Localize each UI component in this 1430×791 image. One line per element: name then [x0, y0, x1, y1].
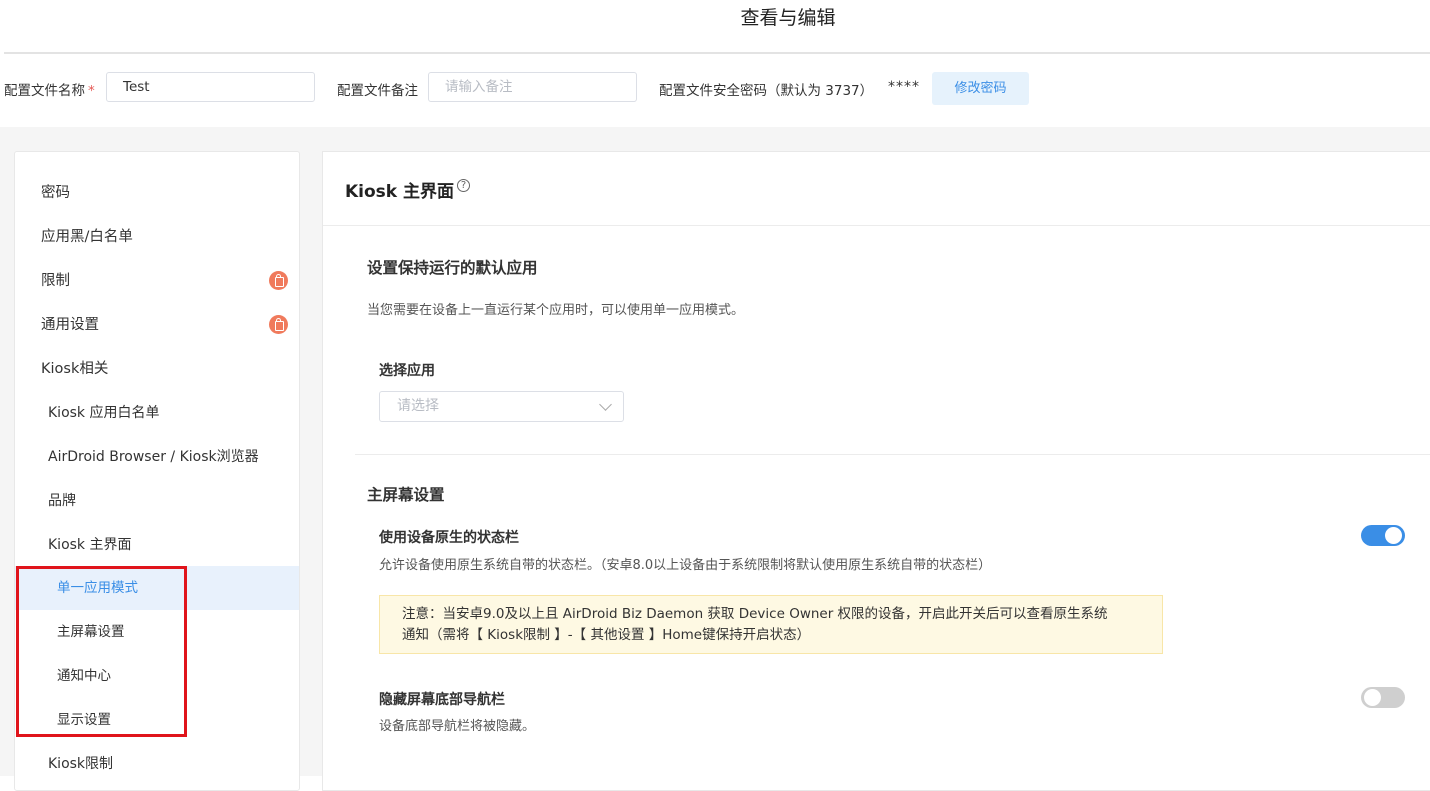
required-mark: *	[88, 83, 95, 99]
sidebar-item-brand[interactable]: 品牌	[15, 479, 299, 523]
select-app-label: 选择应用	[379, 363, 435, 379]
toggle-knob	[1364, 689, 1381, 706]
note-line: 注意：当安卓9.0及以上且 AirDroid Biz Daemon 获取 Dev…	[402, 606, 1108, 622]
profile-password-label: 配置文件安全密码（默认为 3737）	[659, 83, 874, 99]
note-line: 通知（需将【 Kiosk限制 】-【 其他设置 】Home键保持开启状态）	[402, 627, 811, 643]
sidebar-item-label: Kiosk 应用白名单	[48, 405, 160, 421]
sidebar-item-general-settings[interactable]: 通用设置	[15, 303, 299, 347]
profile-name-input[interactable]: Test	[106, 72, 315, 102]
select-placeholder: 请选择	[397, 398, 439, 414]
sidebar-item-label: 通用设置	[41, 317, 99, 333]
sidebar-item-kiosk-app-whitelist[interactable]: Kiosk 应用白名单	[15, 391, 299, 435]
profile-name-label: 配置文件名称 *	[4, 83, 95, 99]
sidebar-item-label: Kiosk 主界面	[48, 537, 132, 553]
sidebar-item-kiosk[interactable]: Kiosk相关	[15, 347, 299, 391]
native-status-bar-toggle[interactable]	[1361, 525, 1405, 546]
select-app-dropdown[interactable]: 请选择	[379, 391, 624, 422]
sidebar-item-label: Kiosk限制	[48, 756, 114, 772]
sidebar-item-password[interactable]: 密码	[15, 171, 299, 215]
lock-icon	[269, 315, 288, 334]
sidebar-item-kiosk-browser[interactable]: AirDroid Browser / Kiosk浏览器	[15, 435, 299, 479]
chevron-down-icon	[599, 398, 612, 411]
change-password-button[interactable]: 修改密码	[932, 72, 1029, 105]
content-title: Kiosk 主界面	[345, 182, 455, 202]
single-app-description: 当您需要在设备上一直运行某个应用时，可以使用单一应用模式。	[367, 303, 745, 318]
sidebar-item-kiosk-home[interactable]: Kiosk 主界面	[15, 523, 299, 567]
sidebar-item-label: 品牌	[48, 493, 76, 509]
native-status-bar-note: 注意：当安卓9.0及以上且 AirDroid Biz Daemon 获取 Dev…	[379, 595, 1163, 654]
sidebar-item-label: 限制	[41, 273, 70, 289]
content-header: Kiosk 主界面 ?	[323, 152, 1430, 226]
section-divider	[355, 454, 1430, 455]
native-status-bar-description: 允许设备使用原生系统自带的状态栏。（安卓8.0以上设备由于系统限制将默认使用原生…	[379, 558, 992, 573]
profile-remark-label: 配置文件备注	[337, 83, 418, 99]
sidebar-item-app-blacklist[interactable]: 应用黑/白名单	[15, 215, 299, 259]
toggle-knob	[1385, 527, 1402, 544]
lock-icon	[269, 271, 288, 290]
sidebar-item-label: 密码	[41, 185, 70, 201]
sidebar-item-label: 应用黑/白名单	[41, 229, 133, 245]
highlight-box	[16, 566, 187, 737]
hide-nav-bar-title: 隐藏屏幕底部导航栏	[379, 692, 505, 708]
hide-nav-bar-description: 设备底部导航栏将被隐藏。	[379, 719, 536, 734]
sidebar-item-kiosk-restrictions[interactable]: Kiosk限制	[15, 742, 299, 786]
native-status-bar-title: 使用设备原生的状态栏	[379, 530, 519, 546]
sidebar-item-label: AirDroid Browser / Kiosk浏览器	[48, 449, 259, 465]
page-title: 查看与编辑	[740, 7, 836, 29]
profile-remark-input[interactable]: 请输入备注	[428, 72, 637, 102]
sidebar-item-label: Kiosk相关	[41, 361, 109, 377]
password-mask: ****	[888, 79, 920, 95]
home-screen-section-title: 主屏幕设置	[367, 486, 445, 504]
sidebar-item-restrictions[interactable]: 限制	[15, 259, 299, 303]
profile-form: 配置文件名称 * Test 配置文件备注 请输入备注 配置文件安全密码（默认为 3…	[0, 54, 1430, 127]
help-icon[interactable]: ?	[457, 179, 470, 192]
main-content: Kiosk 主界面 ? 设置保持运行的默认应用 当您需要在设备上一直运行某个应用…	[322, 151, 1430, 791]
hide-nav-bar-toggle[interactable]	[1361, 687, 1405, 708]
single-app-section-title: 设置保持运行的默认应用	[367, 259, 538, 277]
